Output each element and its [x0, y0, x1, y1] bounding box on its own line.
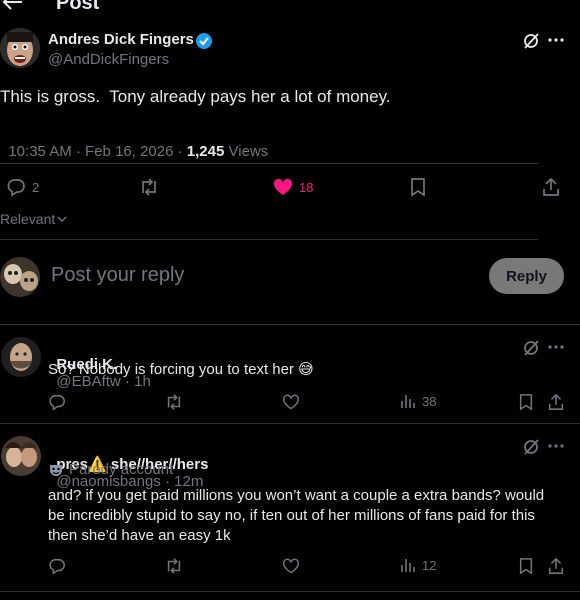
reply-repost-action[interactable]	[164, 557, 184, 575]
repost-icon	[167, 394, 181, 410]
repost-icon	[142, 178, 156, 196]
reply-views-count: 12	[422, 557, 437, 573]
more-options-icon[interactable]	[548, 38, 564, 42]
share-icon	[548, 393, 564, 410]
reply-like-action[interactable]	[282, 557, 300, 575]
post-meta: 10:35 AM · Feb 16, 2026 · 1,245 Views	[0, 126, 268, 160]
share-icon	[543, 177, 559, 196]
repost-action[interactable]	[138, 177, 160, 197]
reply-text: and? if you get paid millions you won’t …	[48, 487, 545, 544]
views-chart-icon	[401, 559, 415, 572]
back-button[interactable]	[2, 0, 26, 12]
parody-label: Parody account	[48, 461, 173, 478]
heart-icon	[282, 394, 300, 410]
like-count: 18	[299, 179, 314, 195]
grok-icon[interactable]	[522, 438, 540, 456]
reply-like-action[interactable]	[282, 393, 300, 411]
chevron-down-icon	[57, 216, 67, 222]
bookmark-icon	[411, 178, 425, 197]
back-arrow-icon	[2, 0, 22, 10]
reply-icon	[49, 394, 65, 411]
heart-icon	[282, 558, 300, 574]
author-name[interactable]: Andres Dick Fingers	[48, 31, 194, 48]
repost-icon	[167, 558, 181, 574]
post-timestamp[interactable]: 10:35 AM · Feb 16, 2026 ·	[8, 143, 186, 160]
sort-dropdown[interactable]: Relevant	[0, 211, 67, 227]
parody-text: Parody account	[69, 461, 174, 478]
views-count: 1,245	[186, 143, 225, 160]
reply-button[interactable]: Reply	[489, 258, 564, 294]
reply-views-count: 38	[422, 393, 437, 409]
share-icon	[548, 557, 564, 574]
reply-share-action[interactable]	[547, 557, 565, 575]
post-text: This is gross. Tony already pays her a l…	[0, 87, 391, 106]
reply-views-action[interactable]: 12	[400, 557, 436, 573]
parody-mask-icon	[50, 464, 62, 476]
reply-avatar[interactable]	[1, 436, 41, 476]
reply-icon	[49, 558, 65, 575]
reply-repost-action[interactable]	[164, 393, 184, 411]
reply-reply-action[interactable]	[48, 557, 66, 575]
views-chart-icon	[401, 395, 415, 408]
grok-icon[interactable]	[522, 32, 540, 50]
heart-filled-icon	[273, 178, 293, 195]
reply-text: So? Nobody is forcing you to text her 😅	[48, 361, 314, 378]
bookmark-action[interactable]	[409, 177, 427, 197]
bookmark-icon	[519, 394, 533, 411]
author-handle[interactable]: @AndDickFingers	[48, 51, 169, 68]
reply-count: 2	[32, 179, 40, 195]
verified-badge-icon	[195, 32, 213, 50]
author-avatar[interactable]	[0, 28, 40, 68]
reply-share-action[interactable]	[547, 393, 565, 411]
views-label: Views	[224, 143, 269, 160]
like-action[interactable]: 18	[272, 177, 313, 197]
more-options-icon[interactable]	[548, 345, 564, 349]
reply-action[interactable]: 2	[6, 177, 39, 197]
reply-avatar[interactable]	[1, 337, 41, 377]
reply-reply-action[interactable]	[48, 393, 66, 411]
reply-views-action[interactable]: 38	[400, 393, 436, 409]
user-avatar	[0, 257, 40, 297]
share-action[interactable]	[541, 177, 561, 197]
reply-bookmark-action[interactable]	[518, 557, 534, 575]
sort-label: Relevant	[0, 211, 56, 227]
bookmark-icon	[519, 558, 533, 575]
grok-icon[interactable]	[522, 339, 540, 357]
reply-bookmark-action[interactable]	[518, 393, 534, 411]
page-title: Post	[56, 0, 100, 14]
reply-input[interactable]: Post your reply	[51, 264, 184, 287]
more-options-icon[interactable]	[548, 444, 564, 448]
reply-icon	[7, 179, 25, 197]
